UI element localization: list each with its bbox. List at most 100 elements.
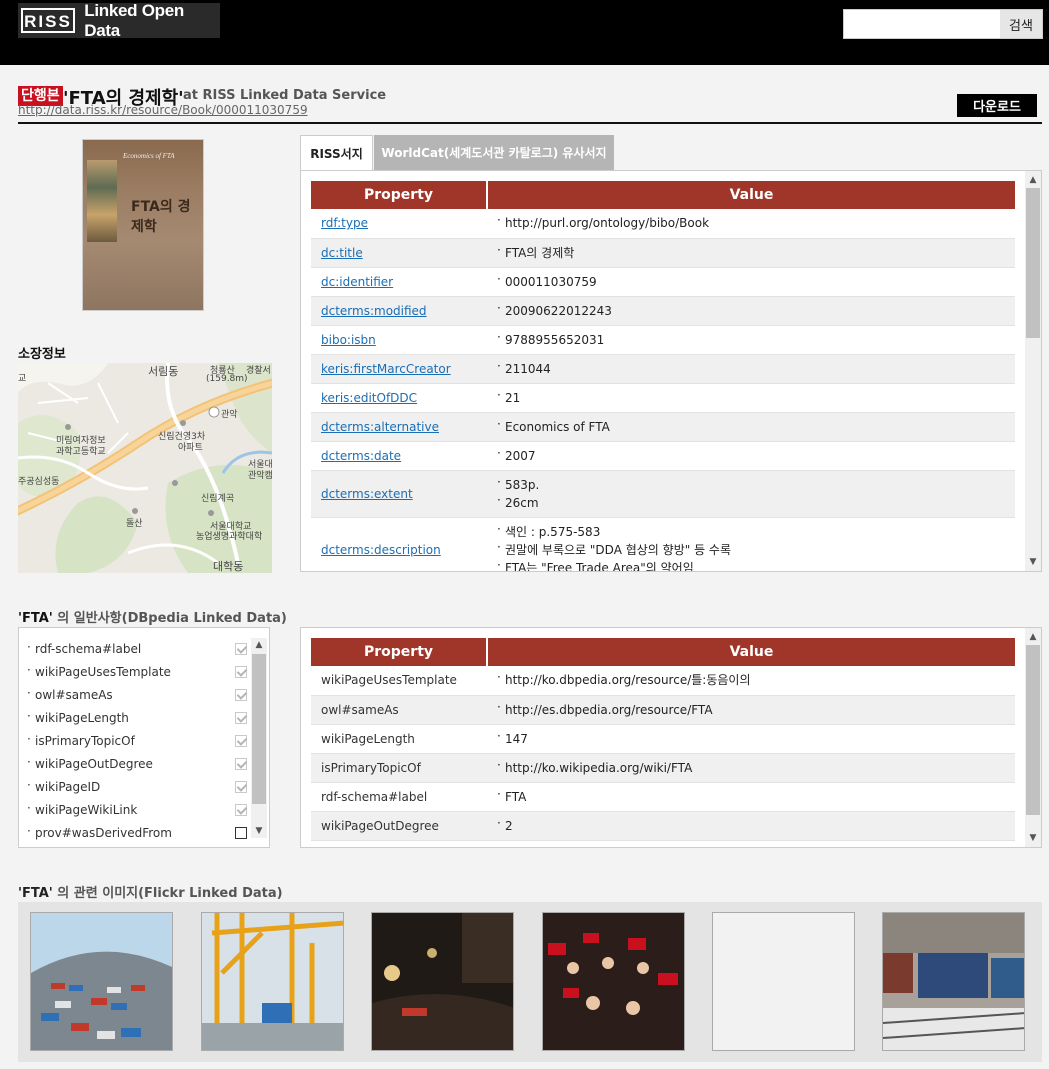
- value-column-header: Value: [487, 638, 1015, 666]
- filter-checkbox[interactable]: [235, 757, 247, 770]
- property-link[interactable]: bibo:isbn: [321, 333, 376, 347]
- value-text: 000011030759: [497, 270, 1005, 291]
- table-row: dcterms:extent 583p.26cm: [311, 470, 1015, 518]
- map-label: 관악캠: [248, 471, 272, 481]
- candlelight-rally-photo[interactable]: [542, 912, 685, 1051]
- tab-riss-bibliography[interactable]: RISS서지: [300, 135, 373, 171]
- property-link[interactable]: dc:identifier: [321, 275, 393, 289]
- value-text: 20090622012243: [497, 299, 1005, 320]
- scroll-up-icon[interactable]: ▲: [251, 638, 267, 652]
- filter-item[interactable]: isPrimaryTopicOf: [27, 729, 247, 752]
- scrollbar-thumb[interactable]: [1026, 645, 1040, 815]
- value-text: http://ko.wikipedia.org/wiki/FTA: [497, 756, 1005, 777]
- filter-checkbox[interactable]: [235, 803, 247, 816]
- property-link[interactable]: dcterms:extent: [321, 487, 413, 501]
- table-row: dcterms:description 색인 : p.575-583권말에 부록으…: [311, 517, 1015, 571]
- freight-train-photo[interactable]: [882, 912, 1025, 1051]
- table-row: wikiPageLength 147: [311, 724, 1015, 754]
- scroll-down-icon[interactable]: ▼: [1025, 831, 1041, 845]
- scroll-up-icon[interactable]: ▲: [1025, 630, 1041, 644]
- filter-item[interactable]: wikiPageUsesTemplate: [27, 660, 247, 683]
- holding-info-heading: 소장정보: [18, 347, 66, 362]
- filter-item[interactable]: owl#sameAs: [27, 683, 247, 706]
- table-row: dcterms:modified 20090622012243: [311, 296, 1015, 326]
- scroll-up-icon[interactable]: ▲: [1025, 173, 1041, 187]
- filter-checkbox[interactable]: [235, 711, 247, 724]
- table-row: isPrimaryTopicOf http://ko.wikipedia.org/…: [311, 753, 1015, 783]
- search-button[interactable]: 검색: [1000, 10, 1042, 38]
- location-map[interactable]: 서림동 청룡산 (159.8m) 경찰서 관악 미림여자정보 과학고등학교 신림…: [18, 363, 272, 573]
- filter-label: wikiPageOutDegree: [27, 755, 235, 771]
- flickr-image-strip: [18, 902, 1042, 1062]
- value-text: 9788955652031: [497, 328, 1005, 349]
- filter-checkbox[interactable]: [235, 826, 247, 839]
- property-link[interactable]: keris:editOfDDC: [321, 391, 417, 405]
- value-text: FTA는 "Free Trade Area"의 약어임: [497, 556, 1005, 571]
- riss-property-table: Property Value rdf:type http://purl.org/o…: [311, 181, 1015, 571]
- value-text: 색인 : p.575-583: [497, 520, 1005, 541]
- scrollbar-thumb[interactable]: [1026, 188, 1040, 338]
- table-row: wikiPageOutDegree 2: [311, 811, 1015, 841]
- property-text: wikiPageUsesTemplate: [311, 666, 487, 696]
- filter-label: rdf-schema#label: [27, 640, 235, 656]
- filter-checkbox[interactable]: [235, 665, 247, 678]
- property-link[interactable]: dcterms:alternative: [321, 420, 439, 434]
- filter-item[interactable]: wikiPageOutDegree: [27, 752, 247, 775]
- filter-list-scrollbar[interactable]: ▲ ▼: [251, 638, 267, 838]
- download-button[interactable]: 다운로드: [957, 94, 1037, 117]
- value-text: http://es.dbpedia.org/resource/FTA: [497, 698, 1005, 719]
- filter-checkbox[interactable]: [235, 780, 247, 793]
- filter-checkbox[interactable]: [235, 688, 247, 701]
- filter-label: prov#wasDerivedFrom: [27, 824, 235, 840]
- riss-logo[interactable]: RISS Linked Open Data: [18, 0, 220, 40]
- table-row: rdf-schema#label FTA: [311, 782, 1015, 812]
- value-text: FTA의 경제학: [497, 241, 1005, 262]
- filter-item[interactable]: wikiPageWikiLink: [27, 798, 247, 821]
- service-caption: at RISS Linked Data Service: [183, 88, 387, 103]
- filter-item[interactable]: wikiPageLength: [27, 706, 247, 729]
- scroll-down-icon[interactable]: ▼: [251, 824, 267, 838]
- table-row: bibo:isbn 9788955652031: [311, 325, 1015, 355]
- value-text: 147: [497, 727, 1005, 748]
- property-link[interactable]: dc:title: [321, 246, 363, 260]
- property-link[interactable]: dcterms:date: [321, 449, 401, 463]
- filter-label: owl#sameAs: [27, 686, 235, 702]
- scrollbar-thumb[interactable]: [252, 654, 266, 804]
- property-text: owl#sameAs: [311, 695, 487, 725]
- value-text: http://purl.org/ontology/bibo/Book: [497, 211, 1005, 232]
- property-link[interactable]: keris:firstMarcCreator: [321, 362, 451, 376]
- filter-item[interactable]: rdf-schema#label: [27, 637, 247, 660]
- night-protest-photo[interactable]: [371, 912, 514, 1051]
- property-column-header: Property: [311, 638, 488, 666]
- blank-photo[interactable]: [712, 912, 855, 1051]
- top-bar: RISS Linked Open Data 검색: [0, 0, 1049, 65]
- riss-property-panel: Property Value rdf:type http://purl.org/o…: [300, 170, 1042, 572]
- dbpedia-property-panel: Property Value wikiPageUsesTemplate http:…: [300, 627, 1042, 848]
- property-link[interactable]: rdf:type: [321, 216, 368, 230]
- filter-item[interactable]: wikiPageID: [27, 775, 247, 798]
- resource-uri-link[interactable]: http://data.riss.kr/resource/Book/000011…: [18, 103, 308, 117]
- logo-text: Linked Open Data: [84, 0, 184, 40]
- resource-title-row: 단행본 'FTA의 경제학' at RISS Linked Data Servi…: [18, 86, 1042, 122]
- dbpedia-heading-term: 'FTA': [18, 611, 53, 626]
- property-link[interactable]: dcterms:modified: [321, 304, 427, 318]
- riss-panel-scrollbar[interactable]: ▲ ▼: [1025, 171, 1041, 571]
- flickr-heading-text: 의 관련 이미지(Flickr Linked Data): [57, 886, 283, 901]
- port-cranes-photo[interactable]: [201, 912, 344, 1051]
- value-column-header: Value: [487, 181, 1015, 209]
- tab-worldcat-similar[interactable]: WorldCat(세계도서관 카탈로그) 유사서지: [374, 135, 614, 170]
- table-row: wikiPageUsesTemplate http://ko.dbpedia.or…: [311, 666, 1015, 696]
- map-label: 돌산: [126, 519, 143, 529]
- search-input[interactable]: [844, 10, 1000, 38]
- scroll-down-icon[interactable]: ▼: [1025, 555, 1041, 569]
- filter-item[interactable]: prov#wasDerivedFrom: [27, 821, 247, 844]
- dbpedia-panel-scrollbar[interactable]: ▲ ▼: [1025, 628, 1041, 847]
- filter-checkbox[interactable]: [235, 642, 247, 655]
- book-cover-image: Economics of FTA FTA의 경제학: [82, 139, 204, 311]
- property-column-header: Property: [311, 181, 488, 209]
- property-link[interactable]: dcterms:description: [321, 543, 441, 557]
- filter-checkbox[interactable]: [235, 734, 247, 747]
- map-label: 대학동: [213, 560, 244, 573]
- value-text: FTA: [497, 785, 1005, 806]
- container-port-photo[interactable]: [30, 912, 173, 1051]
